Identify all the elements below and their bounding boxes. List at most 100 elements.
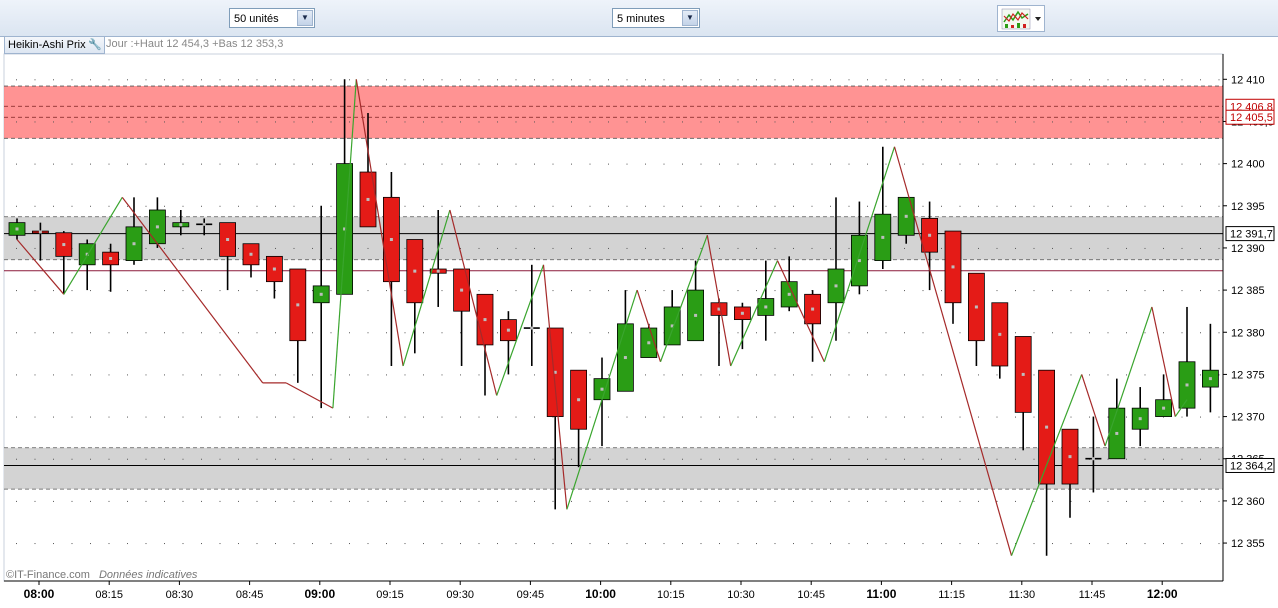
grid-dot <box>16 290 17 292</box>
units-select-value: 50 unités <box>234 13 279 25</box>
grid-dot <box>330 543 332 545</box>
grid-dot <box>1070 290 1072 292</box>
y-tick-label: 12 395 <box>1231 201 1265 213</box>
candle-median <box>764 305 768 309</box>
grid-dot <box>996 163 998 165</box>
grid-dot <box>293 121 295 123</box>
grid-dot <box>626 458 628 460</box>
grid-dot <box>719 500 720 502</box>
grid-dot <box>34 500 36 502</box>
grid-dot <box>922 205 924 207</box>
grid-dot <box>71 205 73 207</box>
grid-dot <box>404 247 406 249</box>
grid-dot <box>16 458 17 460</box>
grid-dot <box>1107 79 1109 81</box>
grid-dot <box>53 543 54 545</box>
grid-dot <box>1218 205 1220 207</box>
grid-dot <box>386 374 387 376</box>
y-tick-label: 12 400 <box>1231 159 1265 171</box>
grid-dot <box>182 205 184 207</box>
grid-dot <box>608 374 609 376</box>
grid-dot <box>16 543 17 545</box>
grid-dot <box>349 121 350 123</box>
grid-dot <box>663 416 665 418</box>
grid-dot <box>885 290 887 292</box>
grid-dot <box>571 332 572 334</box>
candle-median <box>319 292 323 296</box>
indicator-chip[interactable]: Heikin-Ashi Prix 🔧 <box>4 36 105 54</box>
wrench-icon[interactable]: 🔧 <box>88 37 102 53</box>
grid-dot <box>867 374 868 376</box>
candle-median <box>38 230 42 234</box>
grid-dot <box>108 416 110 418</box>
grid-dot <box>941 416 942 418</box>
grid-dot <box>497 79 498 81</box>
grid-dot <box>700 500 702 502</box>
grid-dot <box>16 374 17 376</box>
grid-dot <box>534 500 535 502</box>
grid-dot <box>1052 79 1053 81</box>
grid-dot <box>645 163 646 165</box>
grid-dot <box>515 500 517 502</box>
chevron-down-icon[interactable]: ▼ <box>297 10 313 26</box>
grid-dot <box>182 79 184 81</box>
grid-dot <box>1070 163 1072 165</box>
grid-dot <box>90 121 91 123</box>
interval-select[interactable]: 5 minutes ▼ <box>612 8 700 28</box>
grid-dot <box>441 290 443 292</box>
grid-dot <box>497 163 498 165</box>
grid-dot <box>478 205 480 207</box>
grid-dot <box>885 416 887 418</box>
grid-dot <box>238 247 239 249</box>
grid-dot <box>719 416 720 418</box>
grid-dot <box>830 374 831 376</box>
grid-dot <box>182 500 184 502</box>
candle-median <box>62 243 66 247</box>
grid-dot <box>719 458 720 460</box>
x-tick-label: 08:30 <box>166 589 194 601</box>
grid-dot <box>53 163 54 165</box>
grid-dot <box>219 374 221 376</box>
grid-dot <box>460 416 461 418</box>
grid-dot <box>441 416 443 418</box>
grid-dot <box>959 500 961 502</box>
grid-dot <box>589 163 591 165</box>
grid-dot <box>1181 500 1183 502</box>
line-chart-icon <box>1001 8 1041 30</box>
chevron-down-icon[interactable]: ▼ <box>682 10 698 26</box>
grid-dot <box>238 500 239 502</box>
grid-dot <box>552 163 554 165</box>
grid-dot <box>441 374 443 376</box>
grid-dot <box>90 205 91 207</box>
grid-dot <box>848 332 850 334</box>
grid-dot <box>497 543 498 545</box>
grid-dot <box>756 458 757 460</box>
grid-dot <box>1070 79 1072 81</box>
grid-dot <box>441 458 443 460</box>
grid-dot <box>293 374 295 376</box>
price-chart[interactable]: 12 35512 36012 36512 37012 37512 38012 3… <box>0 36 1278 608</box>
grid-dot <box>959 205 961 207</box>
grid-dot <box>645 247 646 249</box>
grid-dot <box>682 205 683 207</box>
grid-dot <box>941 79 942 81</box>
grid-dot <box>1218 163 1220 165</box>
grid-dot <box>608 205 609 207</box>
grid-dot <box>941 121 942 123</box>
grid-dot <box>16 332 17 334</box>
grid-dot <box>238 458 239 460</box>
grid-dot <box>478 543 480 545</box>
grid-dot <box>441 163 443 165</box>
units-select[interactable]: 50 unités ▼ <box>229 8 315 28</box>
grid-dot <box>145 163 147 165</box>
grid-dot <box>534 205 535 207</box>
grid-dot <box>904 374 905 376</box>
grid-dot <box>1163 163 1164 165</box>
grid-dot <box>737 163 739 165</box>
grid-dot <box>201 121 202 123</box>
grid-dot <box>1144 121 1146 123</box>
grid-dot <box>682 374 683 376</box>
grid-dot <box>1015 163 1016 165</box>
grid-dot <box>1218 458 1220 460</box>
chart-type-button[interactable] <box>997 5 1045 32</box>
